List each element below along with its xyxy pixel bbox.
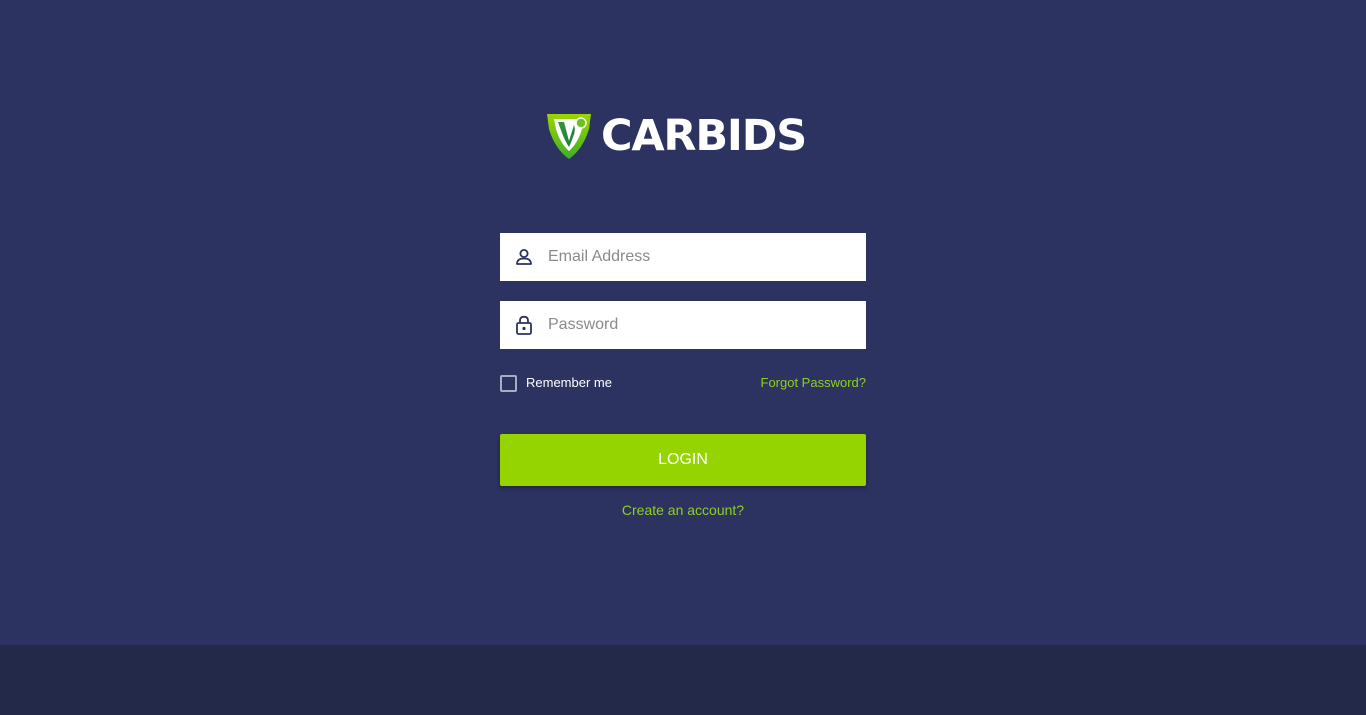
lock-icon (514, 315, 534, 335)
footer (0, 645, 1366, 715)
carbids-logo: CARBIDS (545, 111, 807, 161)
create-account-link[interactable]: Create an account? (500, 501, 866, 519)
email-input[interactable] (548, 237, 848, 277)
forgot-password-link[interactable]: Forgot Password? (761, 374, 867, 392)
brand-name: CARBIDS (601, 111, 807, 161)
email-field[interactable] (500, 233, 866, 281)
password-input[interactable] (548, 305, 848, 345)
remember-me-checkbox[interactable] (500, 374, 517, 392)
form-options-row: Remember me Forgot Password? (500, 374, 866, 392)
login-button[interactable]: LOGIN (500, 434, 866, 486)
remember-me-label: Remember me (526, 375, 612, 390)
carbids-shield-logo-icon (547, 114, 591, 159)
user-icon (514, 247, 534, 267)
login-page: CARBIDS Remember me Forgot Password? LOG… (0, 0, 1366, 645)
password-field[interactable] (500, 301, 866, 349)
remember-me[interactable]: Remember me (500, 374, 612, 392)
